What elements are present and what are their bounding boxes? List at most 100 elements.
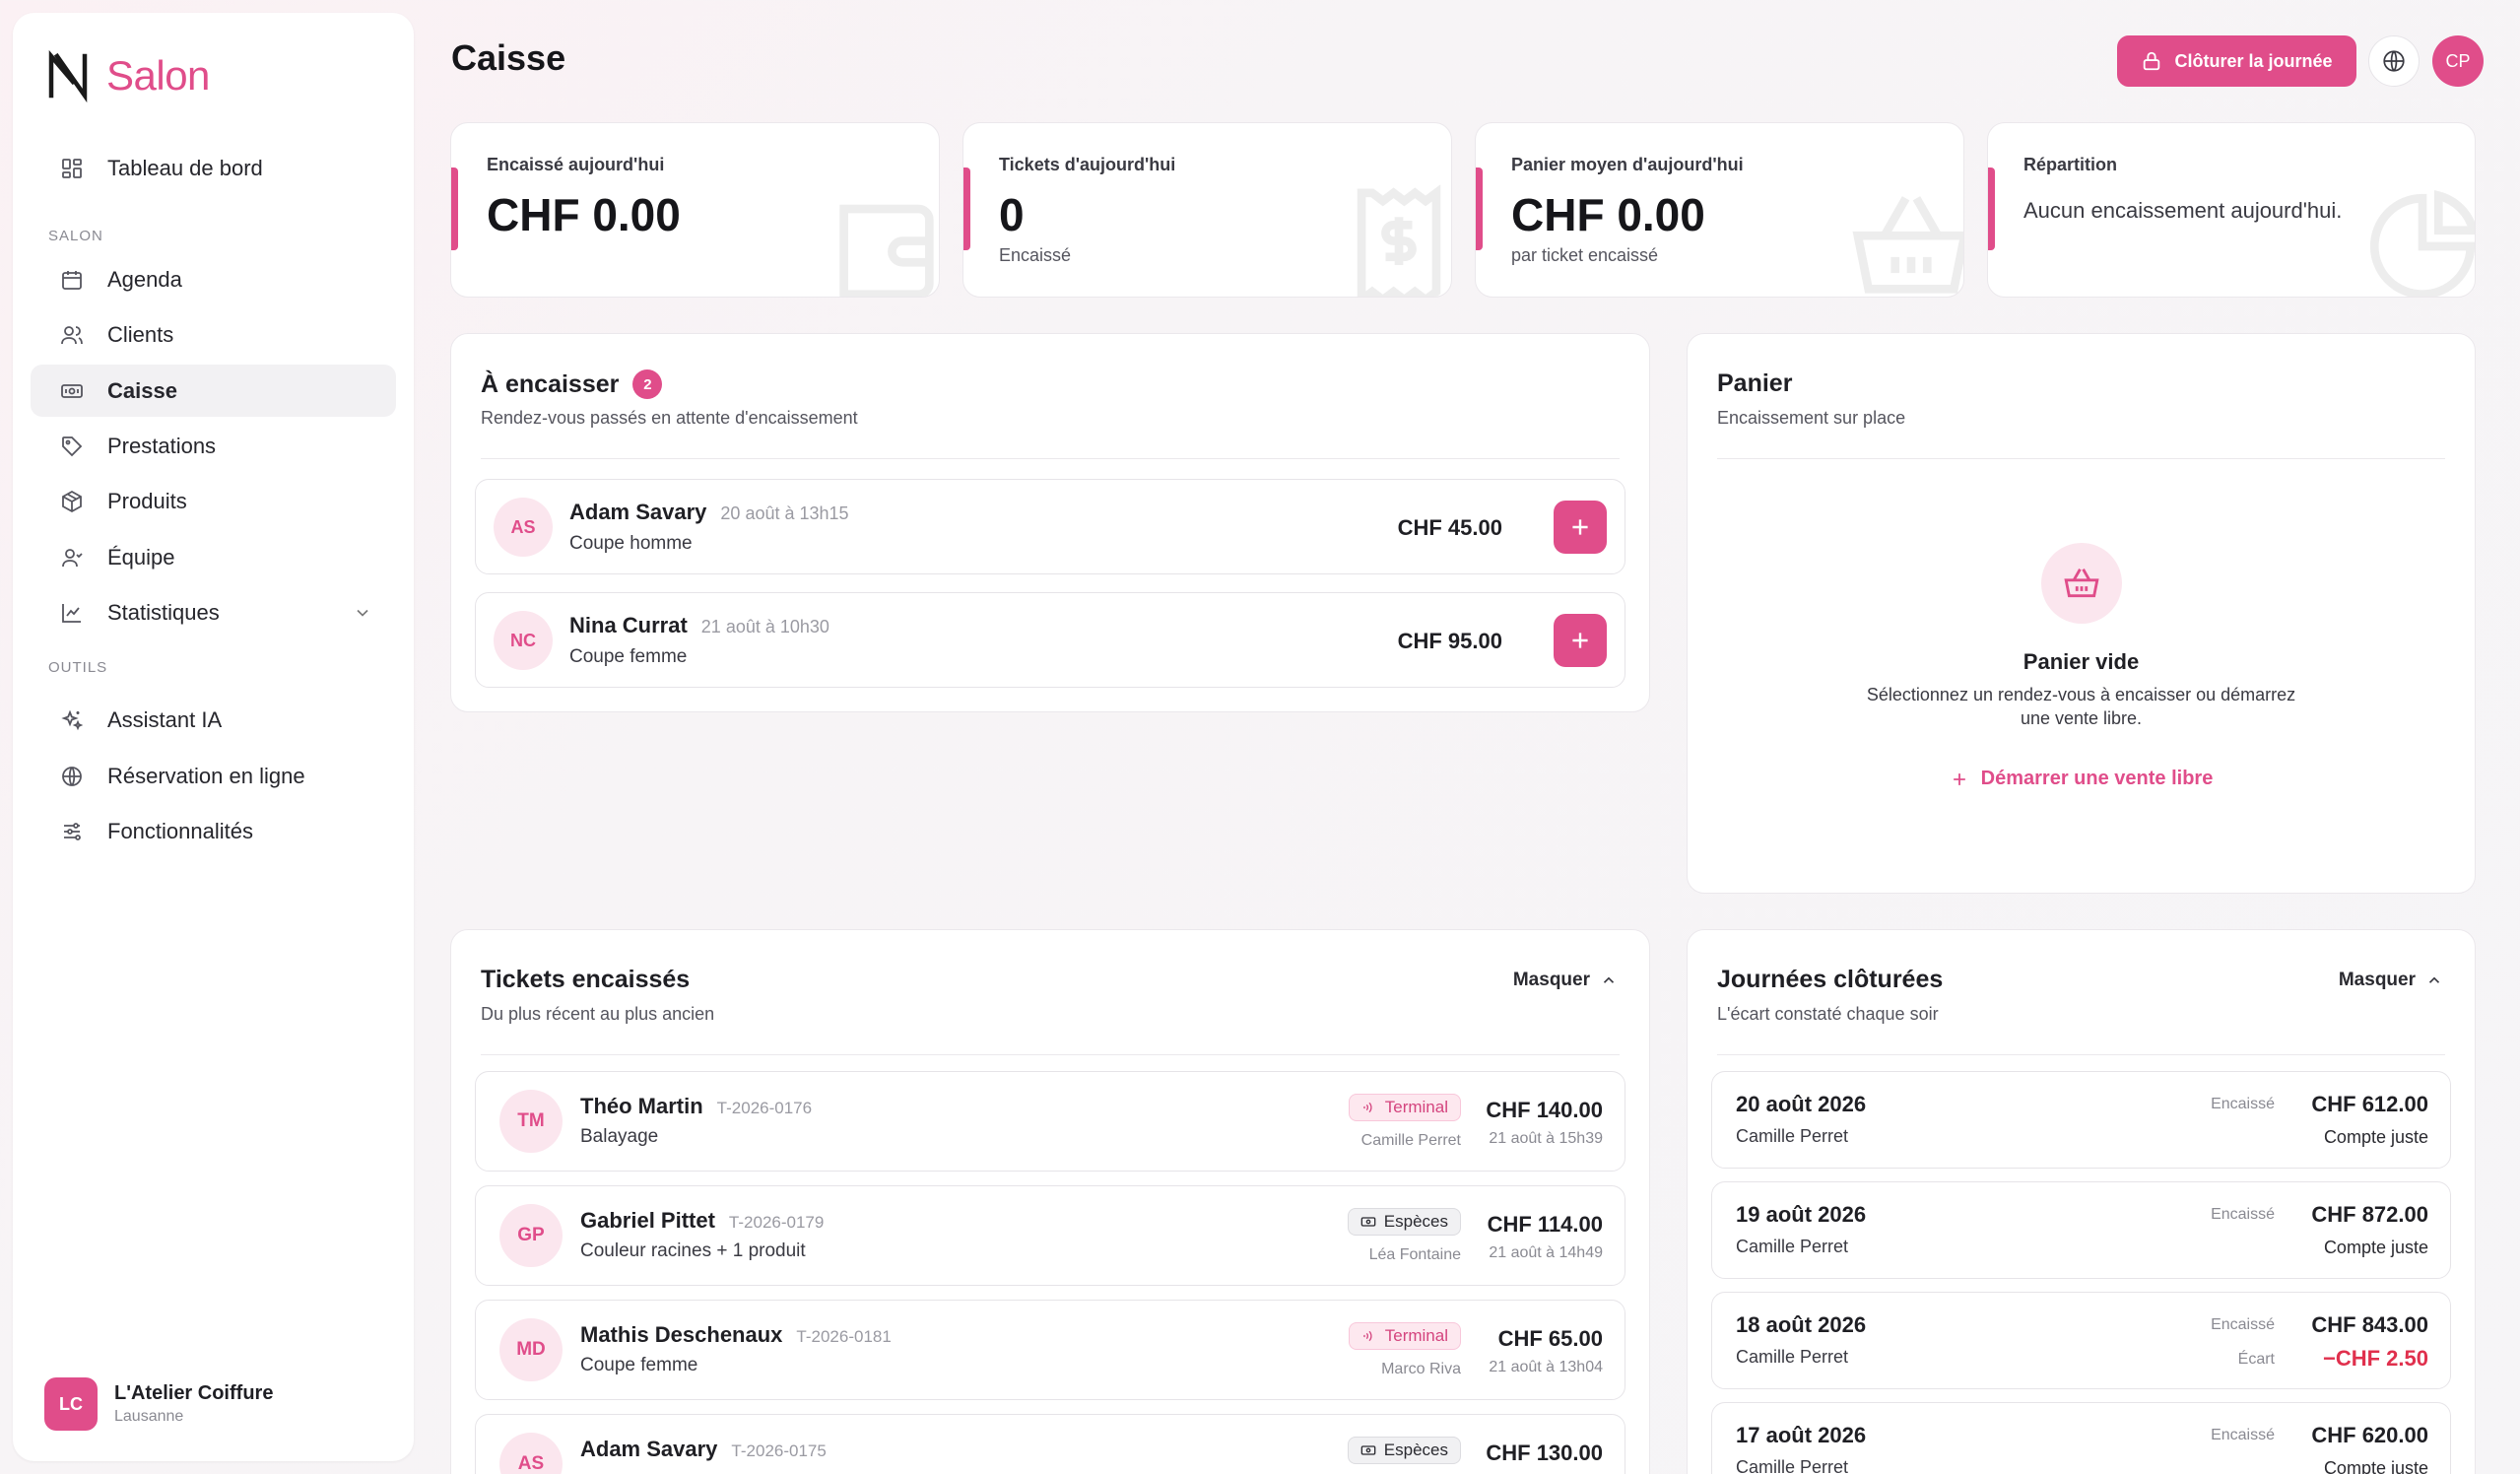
- day-gap-label: Écart: [2237, 1351, 2275, 1368]
- day-collected-label: Encaissé: [2211, 1206, 2275, 1223]
- list-item[interactable]: NC Nina Currat 21 août à 10h30 Coupe femm…: [475, 592, 1625, 688]
- close-day-button[interactable]: Clôturer la journée: [2117, 35, 2356, 87]
- contactless-icon: [1362, 1330, 1372, 1342]
- stat-sub: par ticket encaissé: [1511, 245, 1659, 265]
- add-to-cart-button[interactable]: [1554, 501, 1607, 554]
- amount: CHF 114.00: [1487, 1212, 1603, 1237]
- sidebar-item-clients[interactable]: Clients: [31, 308, 396, 361]
- day-date: 17 août 2026: [1736, 1423, 1867, 1447]
- empty-cart-text-1: Sélectionnez un rendez-vous à encaisser …: [1866, 685, 2296, 704]
- sidebar: Salon Tableau de bord SALON Agenda Clien…: [13, 13, 414, 1461]
- list-item[interactable]: 19 août 2026 Camille Perret Encaissé CHF…: [1711, 1181, 2451, 1279]
- start-free-sale-button[interactable]: Démarrer une vente libre: [1688, 768, 2475, 790]
- ticket-time: 21 août à 15h39: [1489, 1130, 1603, 1147]
- stat-card-tickets-today: Tickets d'aujourd'hui 0 Encaissé: [962, 122, 1452, 298]
- day-amount: CHF 872.00: [2311, 1202, 2428, 1227]
- payment-method-badge: Terminal: [1348, 1094, 1461, 1121]
- org-city: Lausanne: [114, 1408, 184, 1425]
- day-gap-amount: −CHF 2.50: [2323, 1346, 2428, 1371]
- hide-closed-days-button[interactable]: Masquer: [2339, 970, 2443, 991]
- day-status: Compte juste: [2323, 1238, 2428, 1257]
- banknote-icon: [1360, 1445, 1376, 1455]
- sidebar-item-agenda[interactable]: Agenda: [31, 253, 396, 305]
- avatar: TM: [499, 1090, 563, 1153]
- list-item[interactable]: 17 août 2026 Camille Perret Encaissé CHF…: [1711, 1402, 2451, 1474]
- payment-method-badge: Terminal: [1348, 1322, 1461, 1350]
- sidebar-item-equipe[interactable]: Équipe: [31, 531, 396, 583]
- avatar: GP: [499, 1204, 563, 1267]
- list-item[interactable]: 18 août 2026 Camille Perret Encaissé CHF…: [1711, 1292, 2451, 1389]
- sliders-icon: [64, 822, 81, 840]
- sidebar-item-statistiques[interactable]: Statistiques: [31, 586, 396, 638]
- stat-label: Répartition: [2023, 155, 2118, 174]
- day-amount: CHF 612.00: [2311, 1092, 2428, 1116]
- avatar: NC: [494, 611, 553, 670]
- add-to-cart-button[interactable]: [1554, 614, 1607, 667]
- closed-days-title: Journées clôturées: [1717, 966, 1944, 993]
- stat-card-average-basket: Panier moyen d'aujourd'hui CHF 0.00 par …: [1475, 122, 1964, 298]
- organization-switcher[interactable]: LC L'Atelier Coiffure Lausanne: [44, 1377, 273, 1431]
- list-item[interactable]: 20 août 2026 Camille Perret Encaissé CHF…: [1711, 1071, 2451, 1169]
- amount: CHF 130.00: [1486, 1440, 1603, 1465]
- chevron-down-icon[interactable]: [353, 603, 372, 623]
- amount: CHF 65.00: [1497, 1326, 1603, 1351]
- stat-value: CHF 0.00: [1511, 189, 1705, 240]
- plus-icon: [1572, 633, 1588, 648]
- appointment-time: 20 août à 13h15: [720, 503, 849, 523]
- day-status: Compte juste: [2323, 1458, 2428, 1474]
- payment-method-badge: Espèces: [1347, 1437, 1461, 1464]
- hide-tickets-button[interactable]: Masquer: [1513, 970, 1618, 991]
- user-avatar[interactable]: CP: [2432, 35, 2484, 87]
- brand[interactable]: Salon: [43, 48, 210, 103]
- stat-label: Encaissé aujourd'hui: [487, 155, 665, 174]
- sidebar-item-assistant-ia[interactable]: Assistant IA: [31, 694, 396, 746]
- sidebar-item-produits[interactable]: Produits: [31, 475, 396, 527]
- client-name: Gabriel Pittet T-2026-0179: [580, 1208, 825, 1233]
- lock-icon: [2144, 51, 2160, 71]
- sidebar-item-fonctionnalites[interactable]: Fonctionnalités: [31, 805, 396, 857]
- nav-section-tools: OUTILS: [48, 659, 108, 676]
- ticket-ref: T-2026-0181: [796, 1327, 892, 1346]
- sidebar-item-caisse[interactable]: Caisse: [31, 365, 396, 417]
- empty-cart-badge: [2041, 543, 2122, 624]
- client-name: Adam Savary 20 août à 13h15: [569, 500, 849, 524]
- sidebar-item-dashboard[interactable]: Tableau de bord: [31, 142, 396, 194]
- sidebar-item-prestations[interactable]: Prestations: [31, 420, 396, 472]
- staff-name: Marco Riva: [1381, 1361, 1461, 1377]
- tickets-panel: Tickets encaissés Du plus récent au plus…: [450, 929, 1650, 1474]
- brand-name: Salon: [106, 52, 210, 99]
- day-status: Compte juste: [2323, 1127, 2428, 1147]
- divider: [1717, 1054, 2445, 1055]
- sidebar-item-label: Réservation en ligne: [107, 763, 305, 788]
- day-staff: Camille Perret: [1736, 1126, 1849, 1146]
- divider: [1717, 458, 2445, 459]
- client-name: Mathis Deschenaux T-2026-0181: [580, 1322, 892, 1347]
- client-name: Adam Savary T-2026-0175: [580, 1437, 827, 1461]
- table-row[interactable]: TM Théo Martin T-2026-0176 Balayage Termi…: [475, 1071, 1625, 1172]
- tag-icon: [62, 436, 83, 456]
- table-row[interactable]: MD Mathis Deschenaux T-2026-0181 Coupe fe…: [475, 1300, 1625, 1400]
- avatar: AS: [494, 498, 553, 557]
- empty-cart-title: Panier vide: [2023, 649, 2140, 674]
- table-row[interactable]: AS Adam Savary T-2026-0175 Espèces CHF 13…: [475, 1414, 1625, 1474]
- cash-icon: [61, 383, 83, 398]
- cart-subtitle: Encaissement sur place: [1717, 408, 1906, 428]
- day-staff: Camille Perret: [1736, 1457, 1849, 1474]
- sidebar-item-label: Tableau de bord: [107, 155, 263, 180]
- table-row[interactable]: GP Gabriel Pittet T-2026-0179 Couleur rac…: [475, 1185, 1625, 1286]
- stat-card-distribution: Répartition Aucun encaissement aujourd'h…: [1987, 122, 2476, 298]
- sparkles-icon: [61, 709, 84, 730]
- service-name: Coupe homme: [569, 533, 693, 554]
- ticket-ref: T-2026-0176: [716, 1099, 813, 1117]
- sidebar-item-label: Statistiques: [107, 599, 220, 625]
- divider: [481, 1054, 1620, 1055]
- amount: CHF 95.00: [1397, 629, 1502, 653]
- sidebar-item-reservation[interactable]: Réservation en ligne: [31, 750, 396, 802]
- language-button[interactable]: [2368, 35, 2420, 87]
- list-item[interactable]: AS Adam Savary 20 août à 13h15 Coupe homm…: [475, 479, 1625, 574]
- day-staff: Camille Perret: [1736, 1237, 1849, 1256]
- ticket-time: 21 août à 13h04: [1489, 1359, 1603, 1375]
- stat-value: 0: [999, 189, 1025, 240]
- amount: CHF 140.00: [1486, 1098, 1603, 1122]
- day-amount: CHF 620.00: [2311, 1423, 2428, 1447]
